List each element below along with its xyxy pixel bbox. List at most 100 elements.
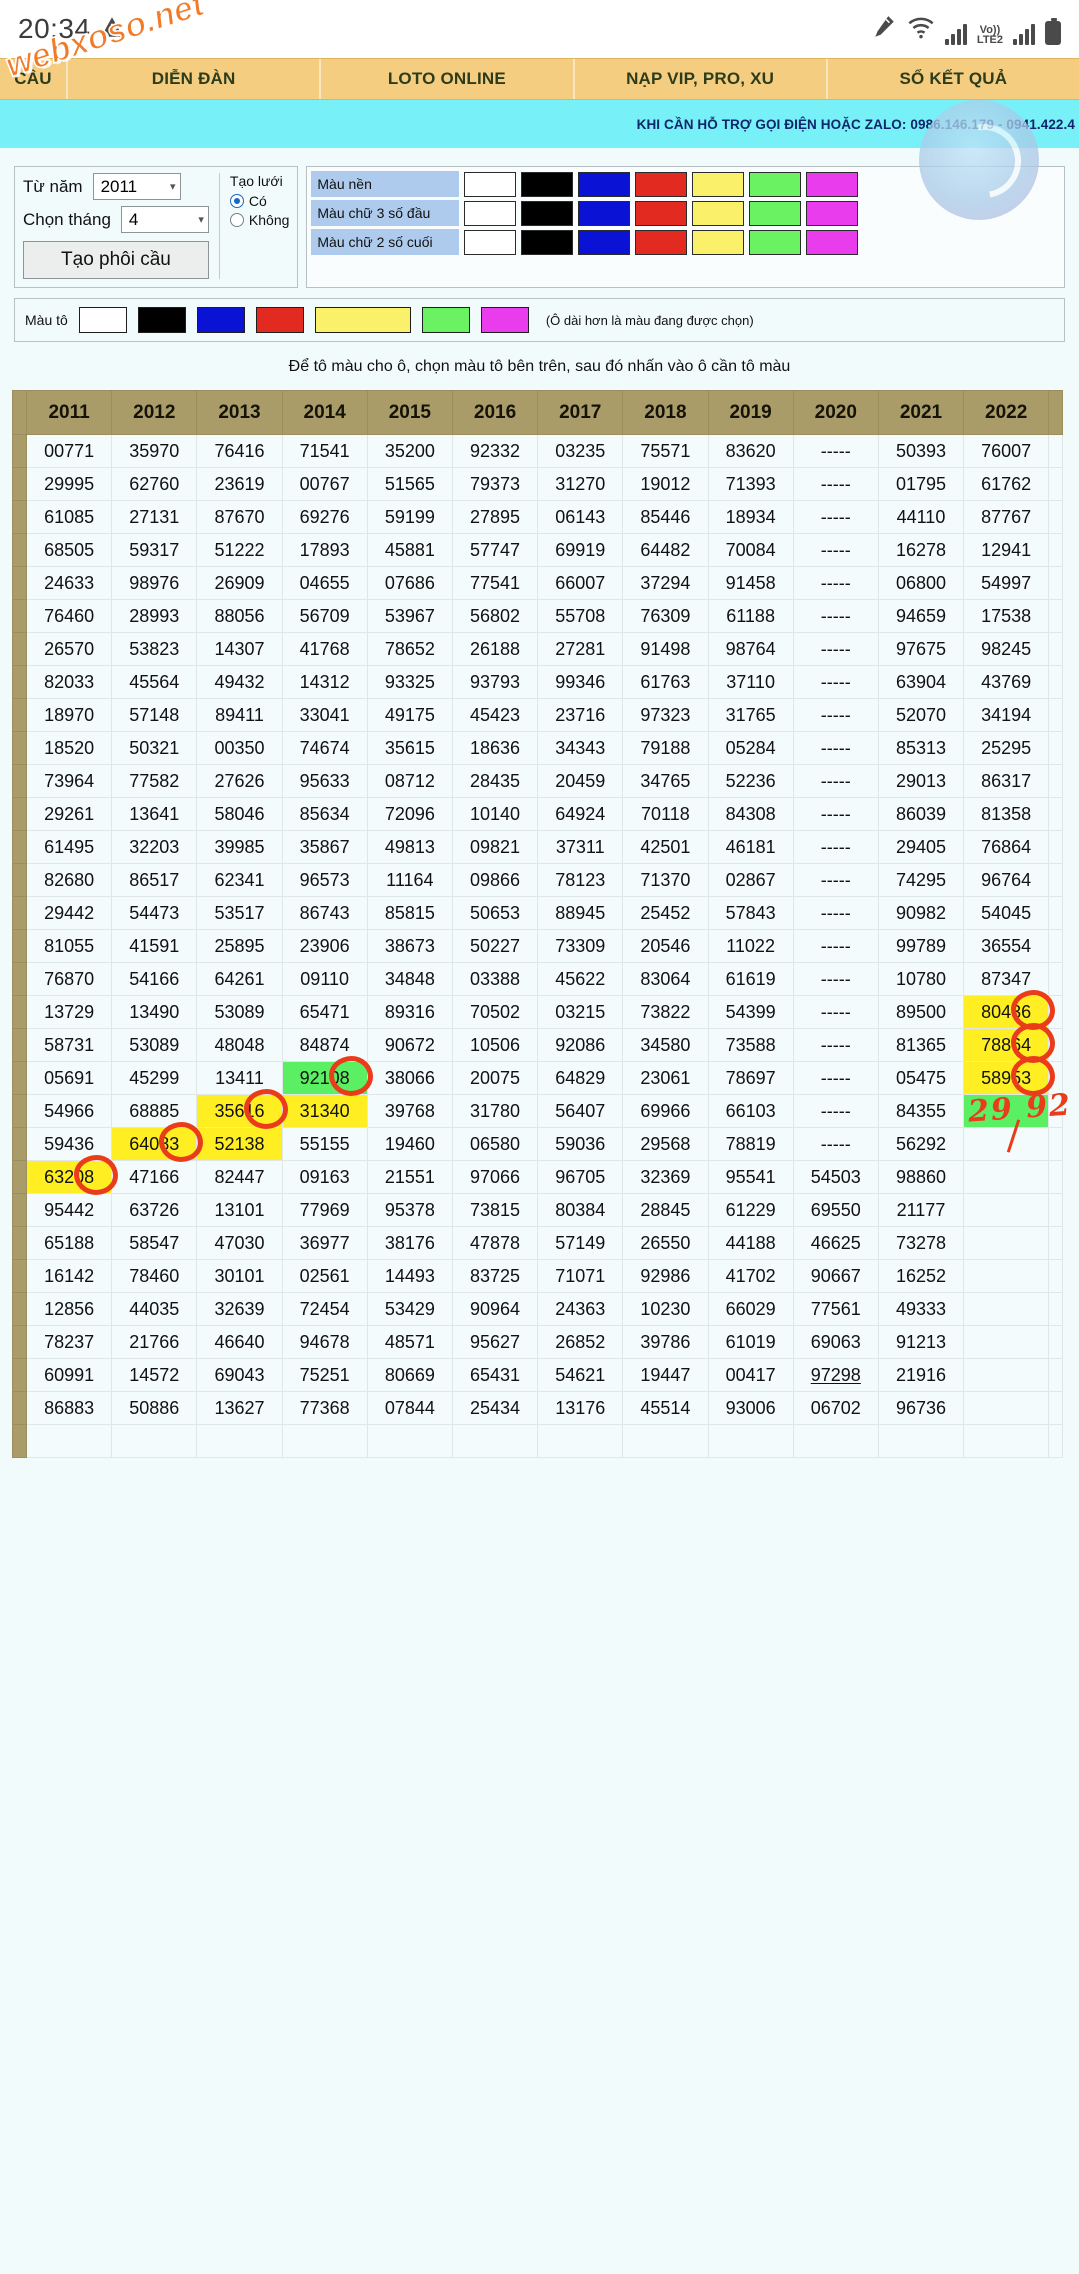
cell-r10-c2[interactable]: 27626 [196, 764, 283, 798]
cell-r22-c7[interactable]: 32369 [622, 1160, 709, 1194]
cell-r15-c4[interactable]: 38673 [366, 929, 453, 963]
cell-r16-c2[interactable]: 64261 [196, 962, 283, 996]
cell-r8-c11[interactable]: 34194 [963, 698, 1050, 732]
cell-r4-c6[interactable]: 66007 [537, 566, 624, 600]
cell-r28-c11[interactable] [963, 1358, 1050, 1392]
cell-r25-c2[interactable]: 30101 [196, 1259, 283, 1293]
last2-swatch-red[interactable] [635, 229, 688, 255]
cell-r25-c6[interactable]: 71071 [537, 1259, 624, 1293]
cell-r2-c6[interactable]: 06143 [537, 500, 624, 534]
last2-swatch-white[interactable] [464, 229, 517, 255]
last2-swatch-green[interactable] [749, 229, 802, 255]
cell-r5-c2[interactable]: 88056 [196, 599, 283, 633]
nav-tab-nap-vip[interactable]: NẠP VIP, PRO, XU [575, 59, 828, 99]
cell-r1-c3[interactable]: 00767 [281, 467, 368, 501]
cell-r9-c4[interactable]: 35615 [366, 731, 453, 765]
last2-swatch-magenta[interactable] [806, 229, 859, 255]
cell-r10-c11[interactable]: 86317 [963, 764, 1050, 798]
cell-r4-c10[interactable]: 06800 [877, 566, 965, 600]
cell-r16-c11[interactable]: 87347 [963, 962, 1050, 996]
fill-swatch-black[interactable] [137, 307, 186, 333]
cell-r18-c0[interactable]: 58731 [25, 1028, 113, 1062]
cell-r4-c8[interactable]: 91458 [707, 566, 794, 600]
cell-r0-c1[interactable]: 35970 [111, 434, 198, 468]
cell-r11-c9[interactable]: ----- [792, 797, 879, 831]
cell-r0-c6[interactable]: 03235 [537, 434, 624, 468]
cell-r0-c0[interactable]: 00771 [25, 434, 113, 468]
cell-r23-c6[interactable]: 80384 [537, 1193, 624, 1227]
cell-r19-c1[interactable]: 45299 [111, 1061, 198, 1095]
cell-r19-c7[interactable]: 23061 [622, 1061, 709, 1095]
cell-r18-c8[interactable]: 73588 [707, 1028, 794, 1062]
cell-r1-c2[interactable]: 23619 [196, 467, 283, 501]
bg-swatch-black[interactable] [521, 171, 574, 197]
cell-r12-c10[interactable]: 29405 [877, 830, 965, 864]
cell-r2-c10[interactable]: 44110 [877, 500, 965, 534]
cell-r18-c9[interactable]: ----- [792, 1028, 879, 1062]
fill-swatch-blue[interactable] [196, 307, 245, 333]
from-year-select[interactable]: 2011 ▾ [92, 173, 181, 200]
cell-r8-c3[interactable]: 33041 [281, 698, 368, 732]
cell-r26-c4[interactable]: 53429 [366, 1292, 453, 1326]
cell-r3-c8[interactable]: 70084 [707, 533, 794, 567]
cell-r20-c5[interactable]: 31780 [451, 1094, 539, 1128]
cell-r6-c0[interactable]: 26570 [25, 632, 113, 666]
cell-r6-c4[interactable]: 78652 [366, 632, 453, 666]
cell-r12-c11[interactable]: 76864 [963, 830, 1050, 864]
cell-r1-c5[interactable]: 79373 [451, 467, 539, 501]
cell-r12-c0[interactable]: 61495 [25, 830, 113, 864]
cell-r9-c3[interactable]: 74674 [281, 731, 368, 765]
cell-r30-c11[interactable] [963, 1424, 1050, 1458]
cell-r10-c0[interactable]: 73964 [25, 764, 113, 798]
cell-r1-c4[interactable]: 51565 [366, 467, 453, 501]
cell-r5-c5[interactable]: 56802 [451, 599, 539, 633]
cell-r30-c2[interactable] [196, 1424, 283, 1458]
cell-r8-c1[interactable]: 57148 [111, 698, 198, 732]
cell-r22-c2[interactable]: 82447 [196, 1160, 283, 1194]
cell-r20-c11[interactable] [963, 1094, 1050, 1128]
cell-r21-c8[interactable]: 78819 [707, 1127, 794, 1161]
cell-r13-c0[interactable]: 82680 [25, 863, 113, 897]
cell-r15-c6[interactable]: 73309 [537, 929, 624, 963]
cell-r3-c1[interactable]: 59317 [111, 533, 198, 567]
cell-r20-c1[interactable]: 68885 [111, 1094, 198, 1128]
cell-r16-c6[interactable]: 45622 [537, 962, 624, 996]
cell-r14-c5[interactable]: 50653 [451, 896, 539, 930]
cell-r18-c4[interactable]: 90672 [366, 1028, 453, 1062]
cell-r5-c8[interactable]: 61188 [707, 599, 794, 633]
cell-r19-c9[interactable]: ----- [792, 1061, 879, 1095]
cell-r25-c7[interactable]: 92986 [622, 1259, 709, 1293]
cell-r8-c7[interactable]: 97323 [622, 698, 709, 732]
cell-r22-c1[interactable]: 47166 [111, 1160, 198, 1194]
cell-r11-c4[interactable]: 72096 [366, 797, 453, 831]
cell-r15-c2[interactable]: 25895 [196, 929, 283, 963]
cell-r9-c1[interactable]: 50321 [111, 731, 198, 765]
cell-r21-c7[interactable]: 29568 [622, 1127, 709, 1161]
first3-swatch-black[interactable] [521, 200, 574, 226]
cell-r18-c1[interactable]: 53089 [111, 1028, 198, 1062]
first3-swatch-magenta[interactable] [806, 200, 859, 226]
cell-r20-c4[interactable]: 39768 [366, 1094, 453, 1128]
cell-r21-c3[interactable]: 55155 [281, 1127, 368, 1161]
cell-r17-c0[interactable]: 13729 [25, 995, 113, 1029]
cell-r7-c8[interactable]: 37110 [707, 665, 794, 699]
cell-r29-c3[interactable]: 77368 [281, 1391, 368, 1425]
cell-r29-c11[interactable] [963, 1391, 1050, 1425]
cell-r7-c7[interactable]: 61763 [622, 665, 709, 699]
cell-r7-c1[interactable]: 45564 [111, 665, 198, 699]
cell-r0-c5[interactable]: 92332 [451, 434, 539, 468]
cell-r27-c0[interactable]: 78237 [25, 1325, 113, 1359]
radio-yes-icon[interactable] [229, 194, 244, 208]
cell-r15-c10[interactable]: 99789 [877, 929, 965, 963]
cell-r23-c10[interactable]: 21177 [877, 1193, 965, 1227]
header-year-2014[interactable]: 2014 [281, 390, 368, 435]
cell-r18-c7[interactable]: 34580 [622, 1028, 709, 1062]
cell-r22-c11[interactable] [963, 1160, 1050, 1194]
cell-r19-c0[interactable]: 05691 [25, 1061, 113, 1095]
header-year-2022[interactable]: 2022 [963, 390, 1050, 435]
cell-r23-c1[interactable]: 63726 [111, 1193, 198, 1227]
cell-r13-c9[interactable]: ----- [792, 863, 879, 897]
cell-r17-c9[interactable]: ----- [792, 995, 879, 1029]
cell-r14-c1[interactable]: 54473 [111, 896, 198, 930]
cell-r27-c10[interactable]: 91213 [877, 1325, 965, 1359]
